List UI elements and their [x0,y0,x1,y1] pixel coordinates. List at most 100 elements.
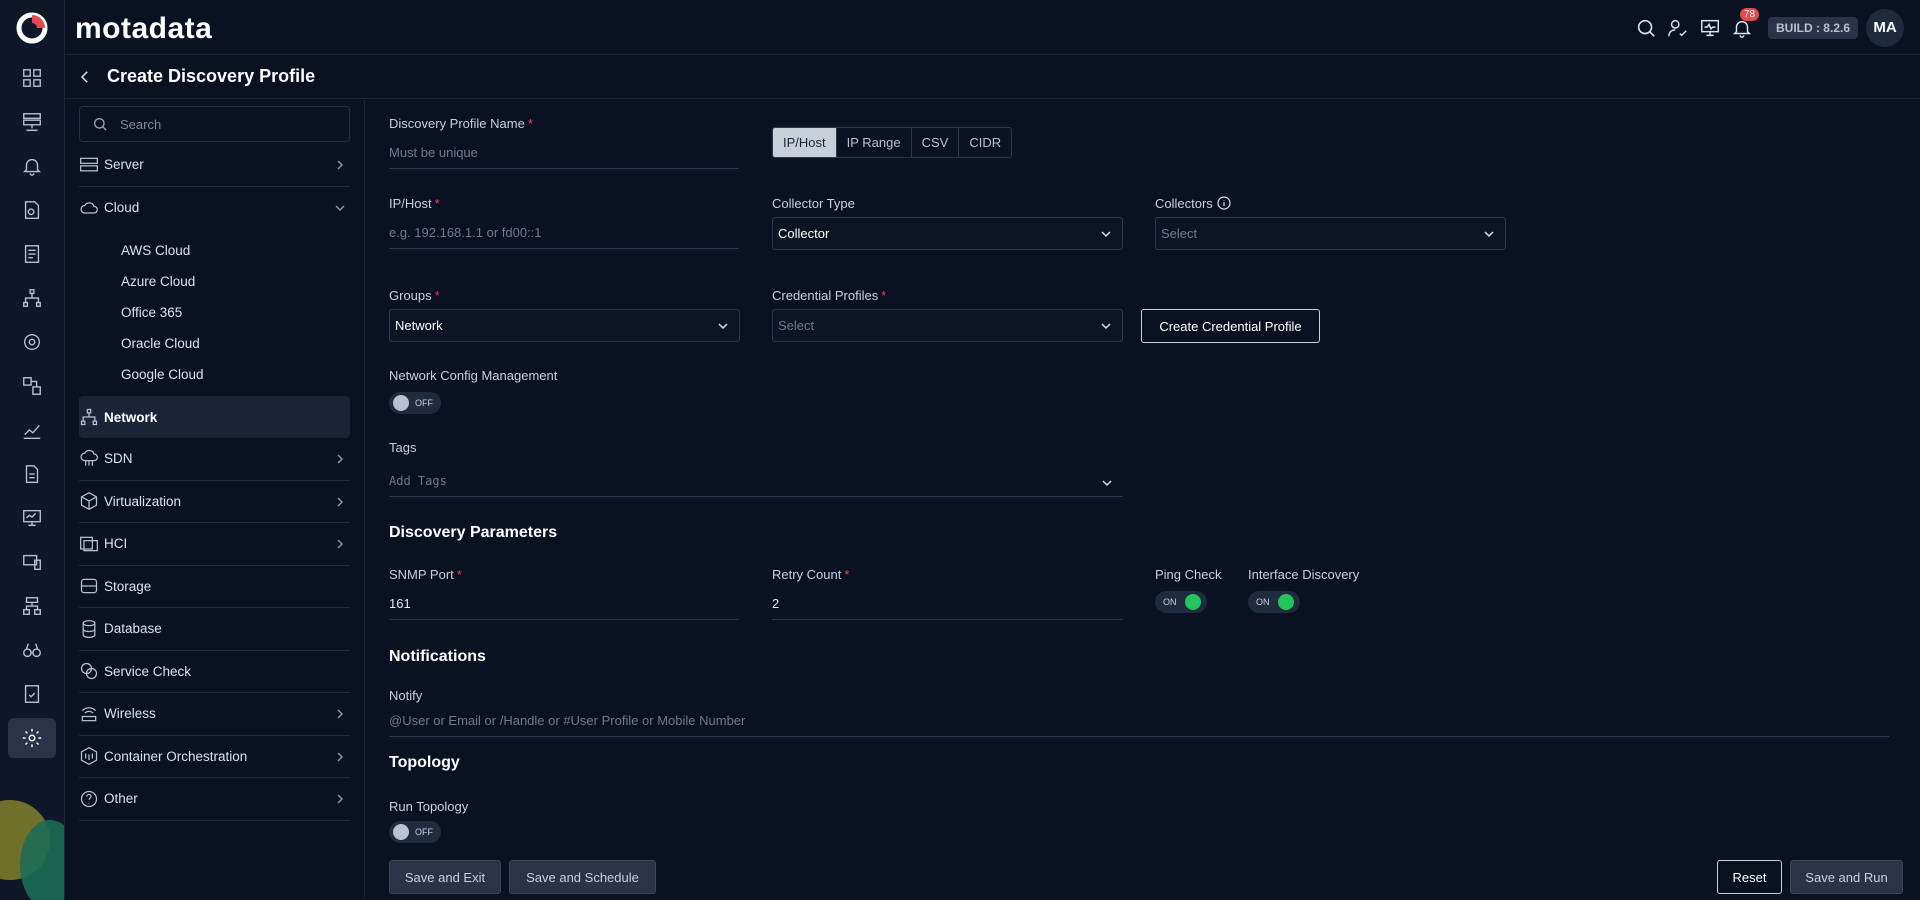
server-icon [79,155,99,175]
info-icon[interactable] [1217,196,1231,210]
database-icon [79,619,99,639]
profile-name-input[interactable]: Must be unique [389,137,739,169]
back-arrow-icon[interactable] [73,65,97,89]
ping-check-toggle[interactable]: ON [1155,591,1207,613]
chevron-down-icon [335,204,345,211]
ncm-label: Network Config Management [389,368,558,383]
page-title: Create Discovery Profile [107,66,316,86]
discovery-parameters-heading: Discovery Parameters [389,524,558,541]
tags-input[interactable]: Add Tags [389,465,1123,497]
notify-input[interactable]: @User or Email or /Handle or #User Profi… [389,705,1889,737]
sidebar-subitem-google[interactable]: Google Cloud [79,359,356,390]
sidebar-item-label: Virtualization [104,493,182,509]
ncm-toggle[interactable]: OFF [389,392,441,414]
motadata-logo-icon[interactable] [16,12,48,44]
sidebar-subitem-oracle[interactable]: Oracle Cloud [79,328,356,359]
search-icon[interactable] [1630,12,1662,44]
document-icon[interactable] [18,460,46,488]
reports-icon[interactable] [18,240,46,268]
user-check-icon[interactable] [1662,12,1694,44]
notification-bell-icon[interactable]: 78 [1726,7,1760,44]
devices-icon[interactable] [18,548,46,576]
chevron-down-icon [1484,231,1494,238]
discovery-form: Discovery Profile Name * Must be unique I… [389,100,1903,900]
sidebar-subitem-azure[interactable]: Azure Cloud [79,266,356,297]
sidebar-item-virtualization[interactable]: Virtualization [79,481,350,523]
icon-rail [0,0,65,900]
chevron-right-icon [337,496,344,507]
sidebar-item-cloud[interactable]: Cloud [79,187,350,230]
settings-gear-icon[interactable] [8,718,56,758]
user-avatar[interactable]: MA [1866,8,1904,47]
retry-count-input[interactable]: 2 [772,588,1123,620]
compliance-icon[interactable] [18,680,46,708]
sidebar-item-server[interactable]: Server [79,144,350,187]
snmp-port-input[interactable]: 161 [389,588,739,620]
run-topology-toggle[interactable]: OFF [389,821,441,843]
sidebar-item-service-check[interactable]: Service Check [79,651,350,693]
interface-discovery-toggle[interactable]: ON [1248,591,1300,613]
sidebar-item-label: SDN [104,451,133,467]
sidebar-item-wireless[interactable]: Wireless [79,693,350,736]
sidebar-item-database[interactable]: Database [79,608,350,651]
reset-button[interactable]: Reset [1717,860,1782,894]
sidebar-item-other[interactable]: Other [79,778,350,821]
interface-discovery-label: Interface Discovery [1248,567,1360,582]
sidebar-subitem-aws[interactable]: AWS Cloud [79,235,356,266]
collector-type-select[interactable]: Collector [772,217,1123,250]
profile-name-label: Discovery Profile Name * [389,116,533,131]
retry-count-label: Retry Count * [772,567,850,582]
sidebar-item-label: Storage [104,578,152,594]
monitor-refresh-icon[interactable] [18,328,46,356]
brand-logo[interactable]: motadata [75,12,212,46]
chevron-down-icon [1101,323,1111,330]
service-check-icon [79,661,99,681]
sidebar-item-label: Network [104,409,158,425]
sidebar-item-container-orchestration[interactable]: Container Orchestration [79,736,350,778]
sidebar-item-label: Container Orchestration [104,748,248,764]
save-and-schedule-button[interactable]: Save and Schedule [509,860,656,894]
dashboard-icon[interactable] [18,64,46,92]
mode-ip-range[interactable]: IP Range [837,128,912,157]
mode-ip-host[interactable]: IP/Host [773,128,837,157]
credential-profiles-label: Credential Profiles * [772,288,887,303]
create-credential-profile-button[interactable]: Create Credential Profile [1141,309,1320,343]
metrics-chart-icon[interactable] [18,416,46,444]
snmp-port-label: SNMP Port * [389,567,462,582]
binoculars-icon[interactable] [18,636,46,664]
sidebar-item-hci[interactable]: HCI [79,523,350,566]
collectors-select[interactable]: Select [1155,217,1506,250]
sidebar-subitem-office365[interactable]: Office 365 [79,297,356,328]
mode-cidr[interactable]: CIDR [959,128,1011,157]
screen-monitor-icon[interactable] [18,504,46,532]
hierarchy-icon[interactable] [18,592,46,620]
sidebar-item-label: Cloud [104,200,140,216]
collectors-label: Collectors [1155,196,1231,211]
credential-profiles-select[interactable]: Select [772,309,1123,342]
apps-icon[interactable] [18,372,46,400]
topology-icon[interactable] [18,284,46,312]
save-and-run-button[interactable]: Save and Run [1790,860,1903,894]
chevron-right-icon [337,539,344,549]
category-sidebar: Server Cloud AWS Cloud Azure Cloud Offic… [65,100,365,900]
sidebar-search-input[interactable] [120,116,340,132]
chevron-right-icon [337,454,344,464]
groups-select[interactable]: Network [389,309,740,342]
monitor-activity-icon[interactable] [1694,12,1726,44]
cloud-submenu: AWS Cloud Azure Cloud Office 365 Oracle … [79,229,356,396]
notifications-heading: Notifications [389,648,486,665]
sidebar-item-sdn[interactable]: SDN [79,438,350,481]
chevron-right-icon [337,794,344,804]
sidebar-item-network[interactable]: Network [79,396,350,438]
network-icon [79,407,99,427]
log-search-icon[interactable] [18,196,46,224]
search-icon [94,118,107,131]
alerts-bell-icon[interactable] [18,152,46,180]
question-icon [79,789,99,809]
ip-host-input[interactable]: e.g. 192.168.1.1 or fd00::1 [389,217,739,249]
sidebar-item-storage[interactable]: Storage [79,566,350,608]
sdn-icon [79,449,99,469]
save-and-exit-button[interactable]: Save and Exit [389,860,501,894]
mode-csv[interactable]: CSV [912,128,960,157]
inventory-icon[interactable] [18,108,46,136]
